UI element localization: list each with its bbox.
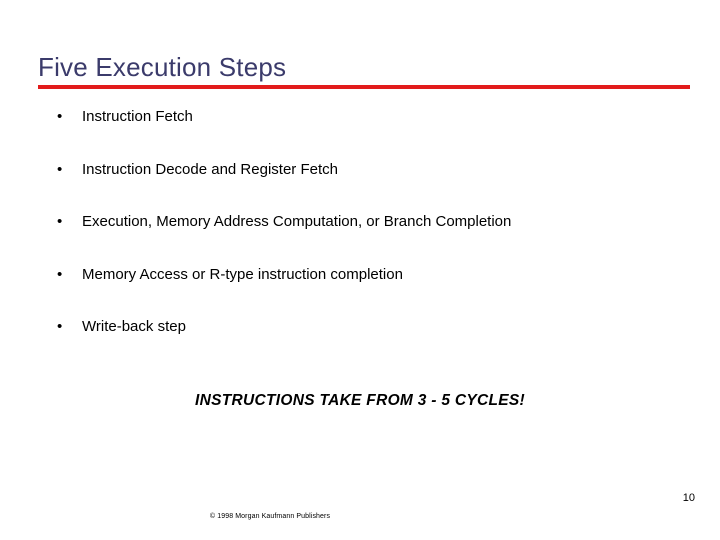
list-item-label: Execution, Memory Address Computation, o… xyxy=(82,213,512,230)
list-item: • Memory Access or R-type instruction co… xyxy=(52,264,692,317)
list-item: • Instruction Fetch xyxy=(52,106,692,159)
list-item-label: Instruction Fetch xyxy=(82,108,193,125)
bullet-marker-icon: • xyxy=(57,160,63,178)
list-item: • Write-back step xyxy=(52,316,692,369)
title-underline-rule xyxy=(38,85,690,89)
bullet-list: • Instruction Fetch • Instruction Decode… xyxy=(52,106,692,369)
bullet-marker-icon: • xyxy=(57,265,63,283)
list-item: • Instruction Decode and Register Fetch xyxy=(52,159,692,212)
bullet-marker-icon: • xyxy=(57,108,63,125)
emphasis-callout-text: INSTRUCTIONS TAKE FROM 3 - 5 CYCLES! xyxy=(195,392,525,409)
bullet-marker-icon: • xyxy=(57,318,63,335)
list-item-label: Instruction Decode and Register Fetch xyxy=(82,160,338,178)
copyright-notice: © 1998 Morgan Kaufmann Publishers xyxy=(209,513,331,520)
slide-page-number: 10 xyxy=(682,492,695,504)
list-item: • Execution, Memory Address Computation,… xyxy=(52,211,692,264)
presentation-slide: Five Execution Steps • Instruction Fetch… xyxy=(0,0,720,540)
list-item-label: Memory Access or R-type instruction comp… xyxy=(82,265,403,283)
page-title: Five Execution Steps xyxy=(38,52,287,82)
bullet-marker-icon: • xyxy=(57,213,63,230)
list-item-label: Write-back step xyxy=(82,318,186,335)
